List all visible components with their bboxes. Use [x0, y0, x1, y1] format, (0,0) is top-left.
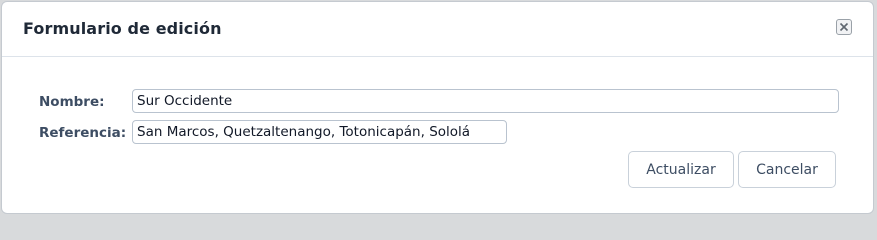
nombre-input[interactable] [132, 89, 839, 113]
close-button[interactable] [836, 19, 852, 35]
nombre-label: Nombre: [39, 94, 105, 110]
referencia-input[interactable] [132, 120, 507, 144]
cancel-button[interactable]: Cancelar [738, 151, 836, 188]
referencia-label: Referencia: [39, 125, 127, 141]
dialog-title: Formulario de edición [23, 19, 222, 38]
edit-dialog: Formulario de edición Nombre: Referencia… [1, 1, 874, 214]
update-button[interactable]: Actualizar [628, 151, 734, 188]
close-icon [839, 22, 849, 32]
dialog-header: Formulario de edición [2, 2, 873, 57]
